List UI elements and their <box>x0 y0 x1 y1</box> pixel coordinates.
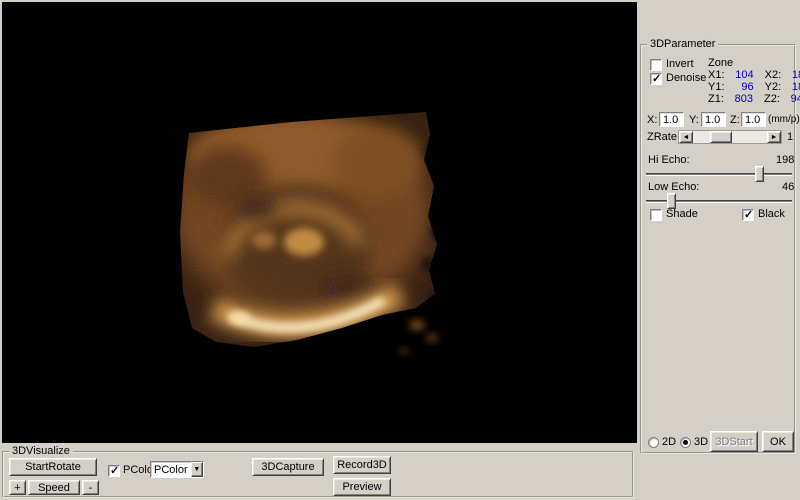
zrate-right-arrow-icon[interactable]: ► <box>767 131 781 143</box>
black-label: Black <box>758 208 785 220</box>
zone-row-x: X1: 104 X2: 189 <box>708 69 800 81</box>
start-rotate-button[interactable]: StartRotate <box>9 458 97 476</box>
visualize-panel: 3DVisualize StartRotate + Speed - PColor… <box>0 443 637 500</box>
low-echo-slider-thumb[interactable] <box>667 193 676 209</box>
mode-3d-radio[interactable] <box>680 437 691 448</box>
parameter-panel: 3DParameter Invert Denoise Zone X1: 104 … <box>637 0 800 500</box>
mode-3d-label: 3D <box>694 436 708 448</box>
zone-x2-value: 189 <box>784 69 800 81</box>
scale-x-label: X: <box>647 114 657 126</box>
pcolor-combobox-arrow-icon[interactable]: ▼ <box>191 462 203 477</box>
zrate-left-arrow-icon[interactable]: ◄ <box>679 131 693 143</box>
scale-z-label: Z: <box>730 114 740 126</box>
zone-y2-label: Y2: <box>765 81 782 93</box>
denoise-label: Denoise <box>666 72 706 84</box>
zone-y1-label: Y1: <box>708 81 725 93</box>
ultrasound-3d-render <box>2 2 637 445</box>
invert-checkbox[interactable] <box>650 59 662 71</box>
zone-z1-value: 803 <box>727 93 753 105</box>
invert-label: Invert <box>666 58 694 70</box>
zrate-scrollbar-thumb[interactable] <box>710 131 732 143</box>
3dstart-button[interactable]: 3DStart <box>710 431 758 452</box>
zone-z2-value: 941 <box>783 93 800 105</box>
zone-row-y: Y1: 96 Y2: 180 <box>708 81 800 93</box>
pcolor-combobox-value: PColor <box>151 464 191 476</box>
low-echo-label: Low Echo: <box>648 181 699 193</box>
zone-title: Zone <box>708 57 733 69</box>
speed-minus-button[interactable]: - <box>82 480 99 495</box>
hi-echo-label: Hi Echo: <box>648 154 690 166</box>
zone-y2-value: 180 <box>784 81 800 93</box>
zrate-value: 1 <box>787 131 793 143</box>
hi-echo-slider[interactable] <box>646 166 792 182</box>
3dcapture-button[interactable]: 3DCapture <box>252 458 324 476</box>
hi-echo-value: 198 <box>776 154 794 166</box>
zone-x1-value: 104 <box>728 69 754 81</box>
scale-y-label: Y: <box>689 114 699 126</box>
mode-2d-radio[interactable] <box>648 437 659 448</box>
zone-x2-label: X2: <box>765 69 782 81</box>
pcolor-combobox[interactable]: PColor ▼ <box>150 461 204 478</box>
speed-button[interactable]: Speed <box>28 480 80 495</box>
zrate-scrollbar[interactable]: ◄ ► <box>678 130 782 144</box>
parameter-group-title: 3DParameter <box>647 38 718 50</box>
scale-y-input[interactable] <box>701 112 726 127</box>
zone-row-z: Z1: 803 Z2: 941 <box>708 93 800 105</box>
zone-z1-label: Z1: <box>708 93 724 105</box>
hi-echo-slider-thumb[interactable] <box>755 166 764 182</box>
zrate-label: ZRate <box>647 131 677 143</box>
ok-button[interactable]: OK <box>762 431 794 452</box>
shade-label: Shade <box>666 208 698 220</box>
visualize-groupbox: 3DVisualize StartRotate + Speed - PColor… <box>2 451 634 498</box>
low-echo-value: 46 <box>782 181 794 193</box>
scale-unit-label: (mm/p) <box>768 114 800 125</box>
record3d-button[interactable]: Record3D <box>333 456 391 474</box>
mode-2d-label: 2D <box>662 436 676 448</box>
ultrasound-viewport[interactable] <box>2 2 637 445</box>
zone-x1-label: X1: <box>708 69 725 81</box>
scale-x-input[interactable] <box>659 112 684 127</box>
preview-button[interactable]: Preview <box>333 478 391 496</box>
scale-z-input[interactable] <box>741 112 766 127</box>
zone-z2-label: Z2: <box>764 93 780 105</box>
hi-echo-slider-track <box>646 173 792 176</box>
pcolor-checkbox[interactable] <box>108 465 120 477</box>
parameter-groupbox: 3DParameter Invert Denoise Zone X1: 104 … <box>640 44 796 454</box>
app-window: 3DParameter Invert Denoise Zone X1: 104 … <box>0 0 800 500</box>
zone-y1-value: 96 <box>728 81 754 93</box>
denoise-checkbox[interactable] <box>650 73 662 85</box>
low-echo-slider[interactable] <box>646 193 792 209</box>
shade-checkbox[interactable] <box>650 209 662 221</box>
visualize-group-title: 3DVisualize <box>9 445 73 457</box>
speed-plus-button[interactable]: + <box>9 480 26 495</box>
black-checkbox[interactable] <box>742 209 754 221</box>
